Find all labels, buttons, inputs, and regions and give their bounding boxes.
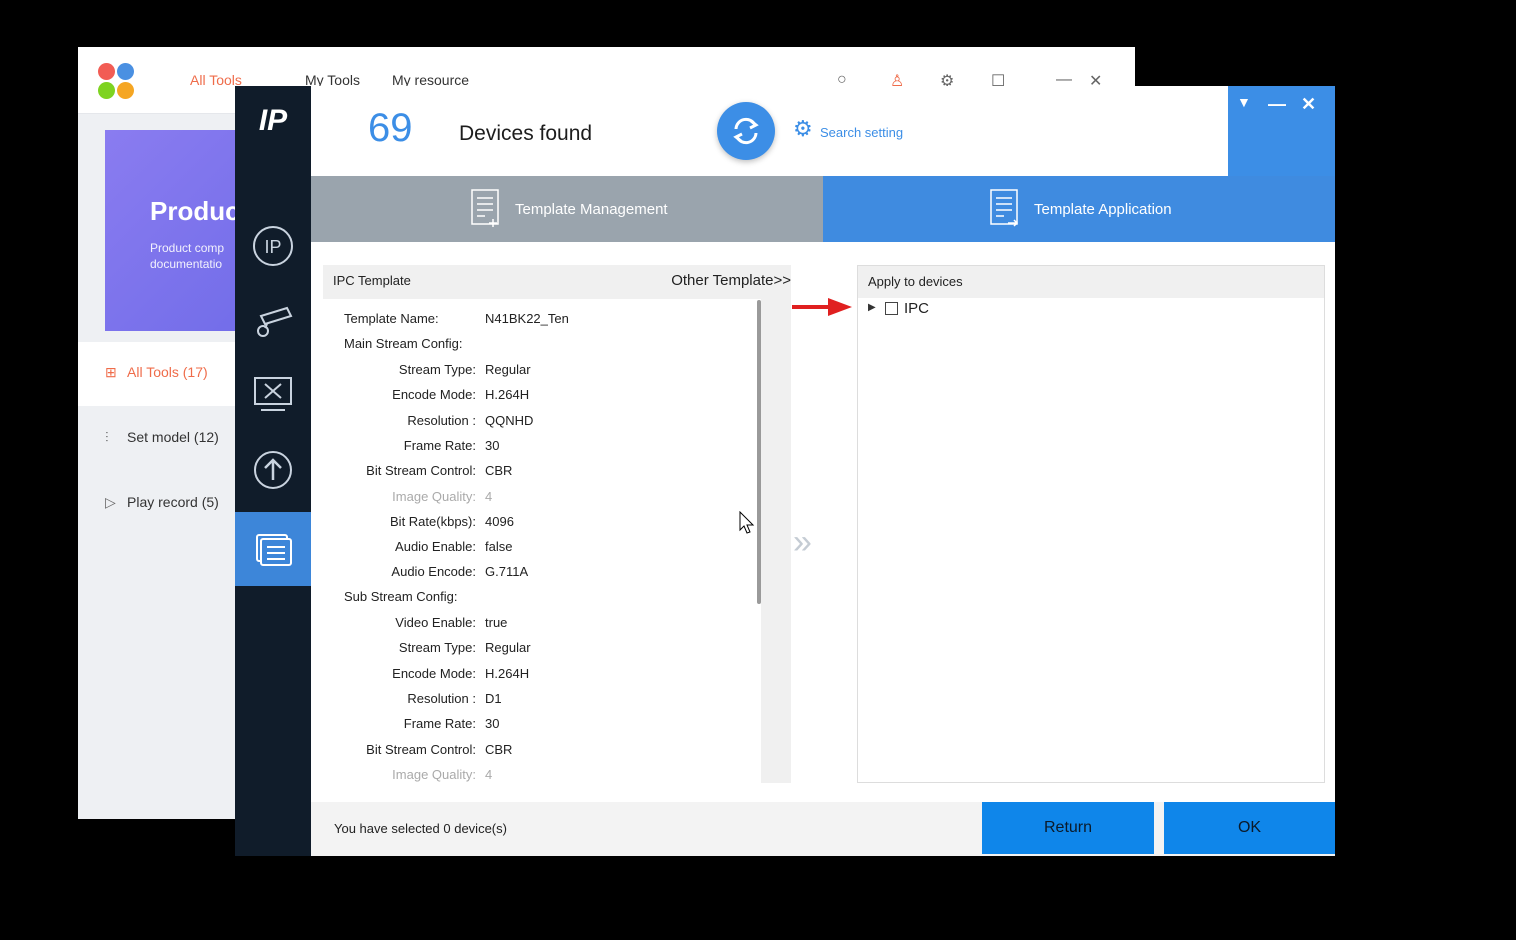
tab-bar: Template Management Template Application	[311, 176, 1335, 242]
document-export-icon	[990, 189, 1018, 227]
return-button[interactable]: Return	[982, 802, 1154, 854]
field-value: Regular	[485, 640, 531, 656]
bg-nav-label: Play record (5)	[127, 494, 219, 510]
sidebar-item-camera[interactable]	[235, 283, 311, 357]
refresh-button[interactable]	[717, 102, 775, 160]
expand-arrow-icon[interactable]: ▶	[868, 302, 876, 313]
ok-button[interactable]: OK	[1164, 802, 1335, 854]
tree-item-label: IPC	[904, 300, 930, 317]
search-setting-label: Search setting	[820, 125, 904, 140]
header: 69 Devices found ⚙ Search setting	[311, 86, 1228, 176]
sidebar-item-tools[interactable]	[235, 357, 311, 431]
scroll-track[interactable]	[761, 299, 791, 783]
minimize-icon[interactable]: —	[1268, 94, 1286, 115]
other-template-link[interactable]: Other Template>>	[671, 272, 791, 289]
close-icon[interactable]: ✕	[1301, 94, 1316, 115]
template-panel-title: IPC Template	[333, 273, 411, 288]
field-value: N41BK22_Ten	[485, 311, 569, 326]
field-key: Stream Type:	[398, 362, 476, 377]
sliders-icon: ⫶	[105, 429, 109, 445]
field-key: Stream Type:	[398, 640, 476, 656]
bg-nav-all-tools[interactable]: ⊞ All Tools (17)	[78, 342, 235, 406]
field-value: 30	[485, 716, 500, 732]
checkbox[interactable]	[885, 302, 898, 315]
template-panel-header: IPC Template Other Template>>	[323, 265, 791, 299]
bg-nav-set-model[interactable]: ⫶ Set model (12)	[78, 407, 235, 471]
svg-text:IP: IP	[264, 237, 281, 257]
scrollbar-thumb[interactable]	[757, 300, 761, 604]
field-key: Template Name:	[344, 311, 439, 326]
field-key: Frame Rate:	[403, 437, 476, 453]
field-value: 30	[485, 437, 500, 453]
camera-icon	[257, 306, 293, 337]
tools-icon	[254, 377, 292, 411]
field-value: 4096	[485, 513, 514, 529]
device-count: 69	[368, 106, 413, 150]
app-logo-icon	[98, 63, 136, 101]
gear-icon: ⚙	[793, 116, 813, 141]
tab-template-application[interactable]: Template Application	[823, 176, 1335, 242]
apply-panel-title: Apply to devices	[868, 274, 963, 289]
field-value: QQNHD	[485, 412, 534, 428]
field-key: Image Quality:	[392, 766, 476, 782]
field-key: Resolution :	[407, 690, 476, 706]
bg-nav-play-record[interactable]: ▷ Play record (5)	[78, 472, 235, 536]
sidebar-item-upgrade[interactable]	[235, 433, 311, 507]
tool-main-window: 69 Devices found ⚙ Search setting ▼ — ✕	[311, 86, 1335, 856]
sidebar-item-ip[interactable]: IP	[235, 209, 311, 283]
mouse-cursor-icon	[739, 511, 755, 534]
field-value: 4	[485, 766, 493, 782]
field-value: Regular	[485, 362, 531, 377]
field-key: Frame Rate:	[403, 716, 476, 732]
refresh-icon	[733, 117, 759, 145]
ip-icon: IP	[253, 226, 293, 266]
bg-nav-label: Set model (12)	[127, 429, 219, 445]
tab-template-management[interactable]: Template Management	[311, 176, 823, 242]
field-key: Bit Rate(kbps):	[390, 513, 476, 529]
tab-label: Template Application	[1034, 201, 1172, 218]
main-stream-heading: Main Stream Config:	[344, 336, 463, 351]
selection-status: You have selected 0 device(s)	[334, 821, 507, 836]
field-value: false	[485, 539, 513, 555]
field-value: H.264H	[485, 665, 530, 681]
footer-bar: You have selected 0 device(s) Return OK	[311, 802, 1335, 856]
tab-label: Template Management	[515, 201, 668, 218]
field-value: D1	[485, 690, 502, 706]
grid-icon: ⊞	[105, 364, 117, 380]
play-icon: ▷	[105, 494, 116, 510]
document-add-icon	[471, 189, 499, 227]
banner-title: Produc	[150, 196, 240, 226]
window-controls: ▼ — ✕	[1228, 86, 1335, 176]
dropdown-icon[interactable]: ▼	[1237, 94, 1251, 110]
upgrade-icon	[254, 451, 292, 489]
field-key: Video Enable:	[395, 615, 476, 630]
apply-devices-panel: Apply to devices ▶ IPC	[857, 265, 1325, 783]
field-value: H.264H	[485, 387, 530, 403]
apply-arrow-button[interactable]: »	[793, 523, 812, 562]
field-value: G.711A	[485, 564, 529, 580]
field-key: Image Quality:	[392, 488, 476, 504]
field-value: true	[485, 615, 508, 630]
field-key: Bit Stream Control:	[366, 741, 476, 757]
apply-panel-header: Apply to devices	[858, 266, 1324, 298]
field-key: Audio Enable:	[395, 539, 476, 555]
field-key: Audio Encode:	[391, 564, 476, 580]
field-key: Encode Mode:	[392, 665, 476, 681]
tool-sidebar: IP IP	[235, 86, 311, 856]
devices-found-label: Devices found	[459, 122, 593, 145]
sidebar-item-template[interactable]	[235, 512, 311, 586]
template-detail-list: Template Name: N41BK22_Ten Main Stream C…	[323, 299, 761, 783]
field-key: Resolution :	[407, 412, 476, 428]
bg-nav-label: All Tools (17)	[127, 364, 208, 380]
field-value: CBR	[485, 741, 513, 757]
field-key: Bit Stream Control:	[366, 463, 476, 479]
field-value: CBR	[485, 463, 513, 479]
template-icon	[256, 534, 292, 566]
field-value: 4	[485, 488, 493, 504]
red-arrow-icon	[792, 298, 852, 316]
sub-stream-heading: Sub Stream Config:	[344, 589, 458, 604]
tool-logo: IP	[258, 104, 288, 137]
field-key: Encode Mode:	[392, 387, 476, 403]
